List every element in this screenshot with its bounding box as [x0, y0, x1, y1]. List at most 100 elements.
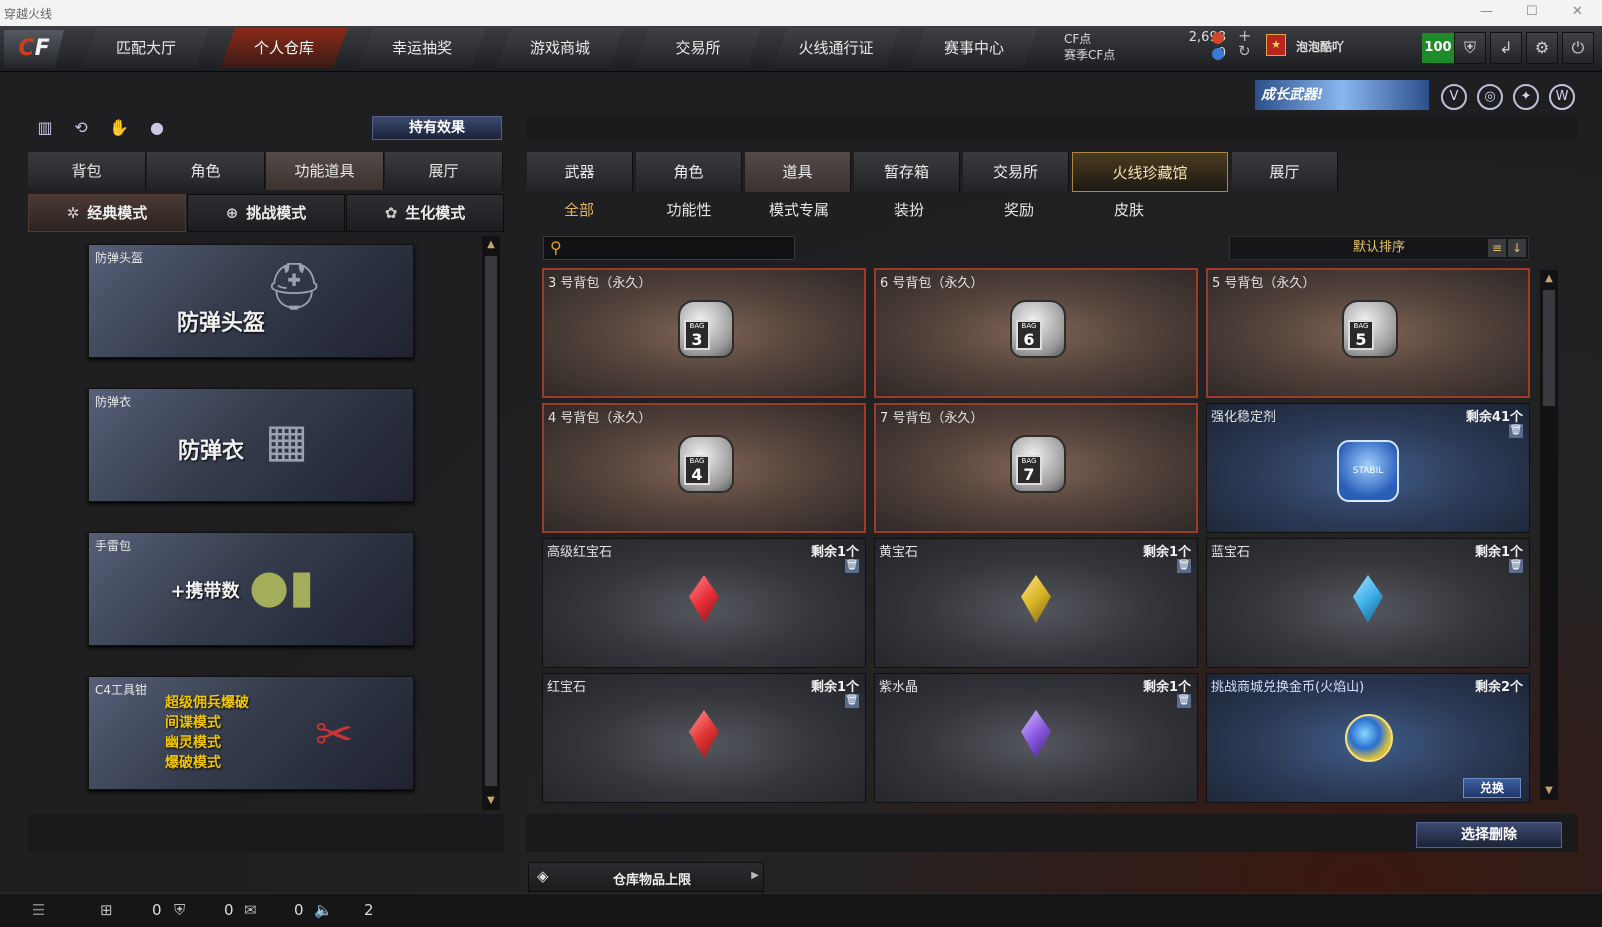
close-icon[interactable]: ✕ [1572, 4, 1583, 19]
maximize-icon[interactable]: ☐ [1526, 4, 1538, 19]
cf-logo: CCFF [4, 30, 64, 68]
stabilizer-icon: STABIL [1337, 440, 1399, 502]
item-card-premium-ruby[interactable]: 高级红宝石 剩余1个 🗑 [542, 538, 866, 668]
minimize-icon[interactable]: — [1480, 4, 1493, 19]
nav-tab-events[interactable]: 赛事中心 [910, 28, 1038, 68]
sort-dropdown[interactable]: 默认排序 ≡ ↓ [1229, 236, 1529, 260]
nav-tab-battlepass[interactable]: 火线通行证 [772, 28, 900, 68]
item-card-helmet[interactable]: 防弹头盔 ⛑ 防弹头盔 [88, 244, 414, 358]
tab-function-items[interactable]: 功能道具 [266, 152, 384, 190]
tab-roles[interactable]: 角色 [636, 152, 742, 192]
tab-storage[interactable]: 暂存箱 [854, 152, 960, 192]
item-card-bag-3[interactable]: 3 号背包（永久） BAG 3 [542, 268, 866, 398]
stats-icon[interactable]: ▥ [34, 118, 56, 140]
history-icon[interactable]: ⟲ [70, 118, 92, 140]
item-card-bag-7[interactable]: 7 号背包（永久） BAG 7 [874, 403, 1198, 533]
item-card-sapphire[interactable]: 蓝宝石 剩余1个 🗑 [1206, 538, 1530, 668]
promo-banner[interactable]: 成长武器! [1255, 80, 1429, 110]
nav-tab-exchange[interactable]: 交易所 [634, 28, 762, 68]
item-card-c4-pliers[interactable]: C4工具钳 超级佣兵爆破 间谍模式 幽灵模式 爆破模式 ✂ [88, 676, 414, 790]
binoculars-icon[interactable]: ⊞ [100, 901, 113, 919]
item-card-bag-6[interactable]: 6 号背包（永久） BAG 6 [874, 268, 1198, 398]
subtab-functional[interactable]: 功能性 [634, 197, 744, 223]
item-card-bag-4[interactable]: 4 号背包（永久） BAG 4 [542, 403, 866, 533]
nav-tab-lottery[interactable]: 幸运抽奖 [358, 28, 486, 68]
scroll-up-icon[interactable]: ▲ [484, 238, 498, 252]
challenge-mode-icon: ⊕ [225, 204, 239, 222]
mode-classic[interactable]: ✲ 经典模式 [28, 194, 186, 232]
item-card-topaz[interactable]: 黄宝石 剩余1个 🗑 [874, 538, 1198, 668]
scroll-thumb[interactable] [485, 256, 497, 786]
emblem-icon[interactable]: ✦ [1513, 84, 1539, 110]
sort-label: 默认排序 [1352, 240, 1405, 255]
trash-icon[interactable]: 🗑 [1509, 424, 1523, 438]
grenade-icon[interactable]: ● [146, 118, 168, 140]
menu-list-icon[interactable]: ☰ [32, 901, 45, 919]
left-scrollbar[interactable]: ▲ ▼ [482, 236, 500, 810]
tab-character[interactable]: 角色 [147, 152, 265, 190]
coin-icon [1345, 714, 1393, 762]
trash-icon[interactable]: 🗑 [845, 559, 859, 573]
select-delete-button[interactable]: 选择删除 [1416, 822, 1562, 848]
classic-mode-icon: ✲ [66, 204, 80, 222]
right-scrollbar[interactable]: ▲ ▼ [1540, 270, 1558, 800]
item-count: 剩余1个 [1142, 680, 1191, 695]
shield-icon[interactable]: ⛨ [1454, 32, 1486, 64]
search-input[interactable]: ⚲ [543, 236, 795, 260]
redeem-button[interactable]: 兑换 [1463, 778, 1521, 798]
tab-showroom[interactable]: 展厅 [385, 152, 503, 190]
trash-icon[interactable]: 🗑 [1177, 694, 1191, 708]
tab-exchange[interactable]: 交易所 [963, 152, 1069, 192]
item-card-vest[interactable]: 防弹衣 ▦ 防弹衣 [88, 388, 414, 502]
tab-showroom-right[interactable]: 展厅 [1232, 152, 1338, 192]
nav-tab-warehouse[interactable]: 个人仓库 [220, 28, 348, 68]
scroll-down-icon[interactable]: ▼ [484, 794, 498, 808]
subtab-rewards[interactable]: 奖励 [964, 197, 1074, 223]
trash-icon[interactable]: 🗑 [1177, 559, 1191, 573]
subtab-mode-exclusive[interactable]: 模式专属 [744, 197, 854, 223]
hand-icon[interactable]: ✋ [108, 118, 130, 140]
speaker-icon[interactable]: 🔈 [314, 901, 333, 919]
item-card-stabilizer[interactable]: 强化稳定剂 剩余41个 🗑 STABIL [1206, 403, 1530, 533]
chat-icon[interactable]: ✉ [244, 901, 257, 919]
scroll-thumb[interactable] [1543, 290, 1555, 406]
item-card-challenge-coin[interactable]: 挑战商城兑换金币(火焰山) 剩余2个 兑换 [1206, 673, 1530, 803]
mode-biochem[interactable]: ✿ 生化模式 [346, 194, 504, 232]
subtab-skins[interactable]: 皮肤 [1074, 197, 1184, 223]
c4-mode-line: 间谍模式 [165, 715, 221, 731]
refresh-icon[interactable]: ↻ [1238, 42, 1251, 60]
nav-tab-lobby[interactable]: 匹配大厅 [82, 28, 210, 68]
sort-direction-icon[interactable]: ↓ [1508, 239, 1526, 257]
power-icon[interactable]: ⏻ [1562, 32, 1594, 64]
badge-v-icon[interactable]: V [1441, 84, 1467, 110]
item-card-grenade-pack[interactable]: 手雷包 ●▮ +携带数 [88, 532, 414, 646]
globe-icon[interactable]: ◎ [1477, 84, 1503, 110]
item-card-ruby[interactable]: 红宝石 剩余1个 🗑 [542, 673, 866, 803]
nav-tab-shop[interactable]: 游戏商城 [496, 28, 624, 68]
item-card-amethyst[interactable]: 紫水晶 剩余1个 🗑 [874, 673, 1198, 803]
scroll-up-icon[interactable]: ▲ [1542, 272, 1556, 286]
mode-challenge[interactable]: ⊕ 挑战模式 [187, 194, 345, 232]
tab-backpack[interactable]: 背包 [28, 152, 146, 190]
shield-status-icon[interactable]: ⛨ [174, 901, 185, 919]
wing-icon[interactable]: W [1549, 84, 1575, 110]
subtab-all[interactable]: 全部 [524, 197, 634, 223]
expand-arrow-icon[interactable]: ▶ [751, 870, 759, 881]
trash-icon[interactable]: 🗑 [1509, 559, 1523, 573]
username[interactable]: 泡泡酷吖 [1296, 38, 1344, 55]
owned-effects-button[interactable]: 持有效果 [372, 116, 502, 140]
tab-props[interactable]: 道具 [745, 152, 851, 192]
status-value: 0 [294, 901, 304, 919]
item-card-title: +携带数 [170, 581, 240, 602]
tab-weapons[interactable]: 武器 [527, 152, 633, 192]
gear-icon[interactable]: ⚙ [1526, 32, 1558, 64]
item-card-bag-5[interactable]: 5 号背包（永久） BAG 5 [1206, 268, 1530, 398]
subtab-dress-up[interactable]: 装扮 [854, 197, 964, 223]
list-view-icon[interactable]: ≡ [1488, 239, 1506, 257]
mode-challenge-label: 挑战模式 [246, 204, 307, 222]
scroll-down-icon[interactable]: ▼ [1542, 784, 1556, 798]
tab-collection-hall[interactable]: 火线珍藏馆 [1072, 152, 1228, 192]
trash-icon[interactable]: 🗑 [845, 694, 859, 708]
return-icon[interactable]: ↲ [1490, 32, 1522, 64]
capacity-bar[interactable]: ◈ 仓库物品上限 ▶ [528, 862, 764, 892]
